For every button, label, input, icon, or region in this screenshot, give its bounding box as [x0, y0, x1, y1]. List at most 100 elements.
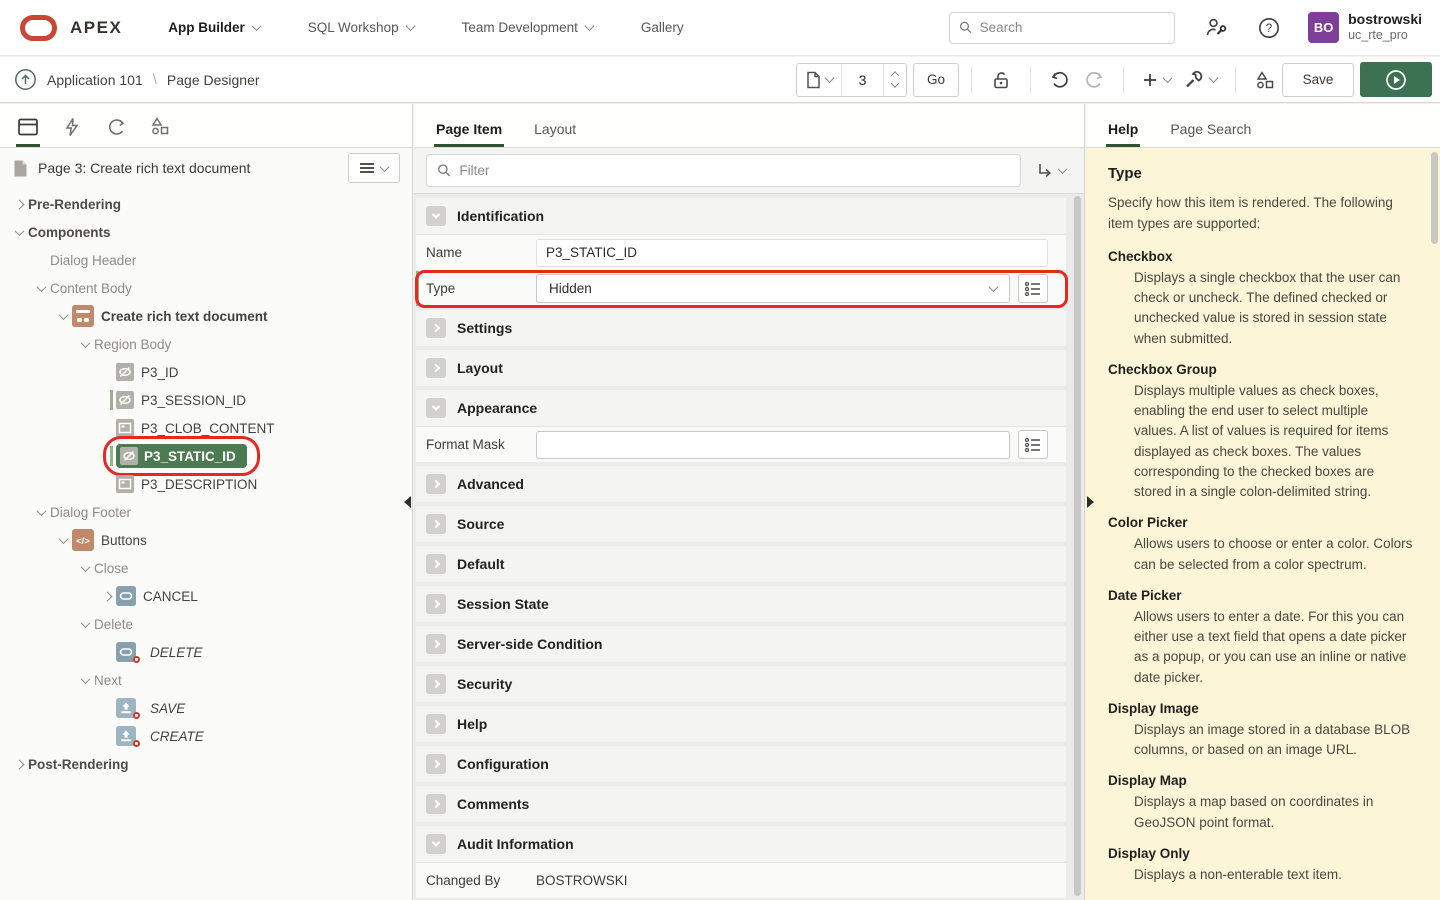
user-workspace: uc_rte_pro — [1348, 28, 1422, 44]
tab-dynamic-actions[interactable] — [50, 105, 94, 147]
format-mask-quick-pick-button[interactable] — [1018, 430, 1048, 459]
help-desc: Allows users to choose or enter a color.… — [1108, 534, 1414, 575]
help-term: Color Picker — [1108, 515, 1414, 530]
chevron-down-icon — [80, 618, 90, 628]
search-input[interactable] — [980, 20, 1166, 35]
administration-icon[interactable] — [1205, 17, 1228, 38]
chevron-right-icon — [14, 759, 24, 769]
tree-item-close[interactable]: Close — [0, 554, 412, 582]
tab-rendering[interactable] — [6, 105, 50, 147]
create-menu-button[interactable] — [1136, 63, 1177, 97]
help-panel: Help Page Search Type Specify how this i… — [1086, 104, 1440, 900]
tree-item-post-rendering[interactable]: Post-Rendering — [0, 750, 412, 778]
nav-app-builder[interactable]: App Builder — [148, 10, 280, 45]
save-button[interactable]: Save — [1282, 63, 1354, 97]
tree-item-delete-button[interactable]: DELETE — [0, 638, 412, 666]
section-header-security[interactable]: Security — [416, 666, 1066, 702]
tab-processing[interactable] — [94, 105, 138, 147]
nav-team-development[interactable]: Team Development — [442, 10, 613, 45]
help-scrollbar[interactable] — [1431, 152, 1438, 244]
tree-item-components[interactable]: Components — [0, 218, 412, 246]
chevron-down-icon — [584, 21, 594, 31]
textarea-item-icon — [116, 475, 134, 493]
tree-item-create-button[interactable]: CREATE — [0, 722, 412, 750]
section-header-audit-information[interactable]: Audit Information — [416, 826, 1066, 862]
type-quick-pick-button[interactable] — [1018, 274, 1048, 303]
page-number-stepper[interactable] — [883, 64, 906, 96]
section-header-help[interactable]: Help — [416, 706, 1066, 742]
lock-unlocked-icon[interactable] — [984, 63, 1018, 97]
tree-item-dialog-header[interactable]: Dialog Header — [0, 246, 412, 274]
tree-item-dialog-footer[interactable]: Dialog Footer — [0, 498, 412, 526]
tab-page-search[interactable]: Page Search — [1154, 109, 1267, 147]
tab-help[interactable]: Help — [1092, 109, 1154, 147]
tree-item-p3-session-id[interactable]: P3_SESSION_ID — [0, 386, 412, 414]
filter-input[interactable] — [459, 163, 1010, 178]
undo-icon[interactable] — [1043, 63, 1077, 97]
chevron-down-icon — [989, 282, 999, 292]
tree-page-title-row: Page 3: Create rich text document — [0, 148, 412, 188]
format-mask-input[interactable] — [536, 431, 1010, 459]
properties-scrollbar[interactable] — [1074, 196, 1081, 896]
tree-item-next-group[interactable]: Next — [0, 666, 412, 694]
tree-item-p3-clob-content[interactable]: P3_CLOB_CONTENT — [0, 414, 412, 442]
name-input[interactable] — [536, 239, 1048, 267]
breadcrumb-application[interactable]: Application 101 — [47, 72, 143, 88]
tree-item-save-button[interactable]: SAVE — [0, 694, 412, 722]
section-header-comments[interactable]: Comments — [416, 786, 1066, 822]
section-header-settings[interactable]: Settings — [416, 310, 1066, 346]
redo-icon[interactable] — [1077, 63, 1111, 97]
section-header-appearance[interactable]: Appearance — [416, 390, 1066, 426]
nav-gallery[interactable]: Gallery — [621, 10, 704, 45]
chevron-down-icon — [405, 21, 415, 31]
section-header-server-side-condition[interactable]: Server-side Condition — [416, 626, 1066, 662]
collapse-right-panel-arrow[interactable] — [1087, 496, 1094, 508]
tab-page-shared-components[interactable] — [138, 103, 182, 147]
go-button[interactable]: Go — [913, 63, 959, 97]
modified-indicator — [110, 390, 113, 410]
expand-icon — [426, 794, 446, 814]
chevron-down-icon — [36, 506, 46, 516]
help-tabs: Help Page Search — [1086, 104, 1440, 148]
section-header-layout[interactable]: Layout — [416, 350, 1066, 386]
shared-components-icon[interactable] — [1248, 63, 1282, 97]
user-avatar[interactable]: BO — [1308, 12, 1339, 43]
section-header-session-state[interactable]: Session State — [416, 586, 1066, 622]
tree-item-buttons[interactable]: Buttons — [0, 526, 412, 554]
section-header-identification[interactable]: Identification — [416, 198, 1066, 234]
chevron-down-icon — [1163, 73, 1173, 83]
user-menu[interactable]: bostrowski uc_rte_pro — [1348, 11, 1422, 44]
section-header-default[interactable]: Default — [416, 546, 1066, 582]
tree-item-p3-description[interactable]: P3_DESCRIPTION — [0, 470, 412, 498]
section-help: Help — [416, 706, 1066, 742]
tree-item-p3-id[interactable]: P3_ID — [0, 358, 412, 386]
section-header-configuration[interactable]: Configuration — [416, 746, 1066, 782]
help-icon[interactable]: ? — [1258, 17, 1280, 39]
changed-by-value: BOSTROWSKI — [536, 873, 628, 888]
tree-menu-button[interactable] — [348, 153, 400, 183]
nav-sql-workshop[interactable]: SQL Workshop — [288, 10, 434, 45]
tree-item-content-body[interactable]: Content Body — [0, 274, 412, 302]
tab-layout[interactable]: Layout — [518, 109, 592, 147]
collapse-left-panel-arrow[interactable] — [404, 496, 411, 508]
go-to-application-icon[interactable] — [14, 68, 37, 91]
section-header-advanced[interactable]: Advanced — [416, 466, 1066, 502]
tree-item-create-rich-text-document[interactable]: Create rich text document — [0, 302, 412, 330]
brand[interactable]: APEX — [0, 15, 148, 41]
tab-page-item[interactable]: Page Item — [420, 109, 518, 147]
section-header-source[interactable]: Source — [416, 506, 1066, 542]
utilities-menu-button[interactable] — [1177, 63, 1223, 97]
page-finder-button[interactable] — [797, 64, 841, 96]
run-application-button[interactable] — [1360, 62, 1432, 97]
main-nav: App Builder SQL Workshop Team Developmen… — [148, 10, 703, 45]
tree-item-delete-group[interactable]: Delete — [0, 610, 412, 638]
tree-item-cancel[interactable]: CANCEL — [0, 582, 412, 610]
type-select[interactable]: Hidden — [536, 274, 1010, 303]
page-number-input[interactable] — [842, 72, 883, 88]
tree-item-p3-static-id[interactable]: P3_STATIC_ID — [0, 442, 412, 470]
section-settings: Settings — [416, 310, 1066, 346]
go-to-group-button[interactable] — [1031, 158, 1070, 183]
tree-item-region-body[interactable]: Region Body — [0, 330, 412, 358]
tree-item-pre-rendering[interactable]: Pre-Rendering — [0, 190, 412, 218]
plus-icon — [1142, 72, 1158, 88]
